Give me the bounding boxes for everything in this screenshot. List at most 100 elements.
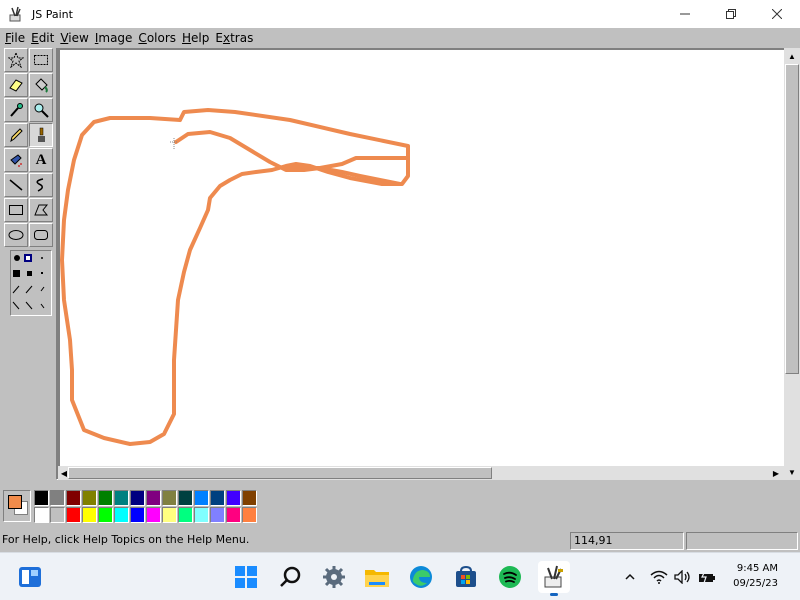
airbrush-icon (10, 154, 22, 167)
store-button[interactable] (450, 561, 482, 593)
start-button[interactable] (230, 561, 262, 593)
search-icon (280, 566, 301, 587)
palette-swatch[interactable] (162, 490, 177, 506)
palette-swatch[interactable] (210, 507, 225, 523)
vertical-scroll-thumb[interactable] (785, 64, 799, 374)
tool-magnifier[interactable] (29, 98, 53, 122)
file-explorer-button[interactable] (361, 561, 393, 593)
tool-free-form-select[interactable] (4, 48, 28, 72)
tool-line[interactable] (4, 173, 28, 197)
palette-swatch[interactable] (50, 507, 65, 523)
color-palette (0, 480, 800, 530)
tool-polygon[interactable] (29, 198, 53, 222)
palette-swatch[interactable] (194, 507, 209, 523)
palette-swatch[interactable] (146, 490, 161, 506)
menu-help[interactable]: Help (179, 31, 212, 45)
menu-file[interactable]: File (2, 31, 28, 45)
search-button[interactable] (275, 561, 307, 593)
palette-swatch[interactable] (226, 490, 241, 506)
palette-swatch[interactable] (130, 507, 145, 523)
volume-icon[interactable] (674, 570, 692, 584)
palette-swatch[interactable] (114, 507, 129, 523)
tool-pencil[interactable] (4, 123, 28, 147)
line-icon (9, 179, 23, 191)
palette-swatch[interactable] (82, 507, 97, 523)
menu-colors[interactable]: Colors (135, 31, 179, 45)
horizontal-scroll-thumb[interactable] (68, 467, 492, 479)
current-colors[interactable] (3, 490, 31, 522)
eraser-icon (9, 79, 23, 92)
palette-swatch[interactable] (130, 490, 145, 506)
palette-swatch[interactable] (210, 490, 225, 506)
palette-swatch[interactable] (66, 490, 81, 506)
tool-pick-color[interactable] (4, 98, 28, 122)
polygon-icon (34, 204, 49, 216)
menu-extras[interactable]: Extras (212, 31, 256, 45)
tool-brush[interactable] (29, 123, 53, 147)
tool-select[interactable] (29, 48, 53, 72)
palette-swatch[interactable] (226, 507, 241, 523)
menu-view[interactable]: View (57, 31, 91, 45)
drawing-canvas[interactable] (60, 50, 786, 466)
palette-swatch[interactable] (98, 490, 113, 506)
palette-swatch[interactable] (34, 507, 49, 523)
edge-button[interactable] (405, 561, 437, 593)
selection-size (686, 532, 798, 550)
scroll-up-arrow[interactable]: ▲ (786, 50, 798, 62)
text-icon: A (35, 151, 47, 168)
tool-text[interactable]: A (29, 148, 53, 172)
clock-date: 09/25/23 (733, 578, 778, 589)
foreground-color-swatch[interactable] (8, 495, 22, 509)
wifi-icon[interactable] (650, 570, 668, 584)
jspaint-taskbar-button[interactable] (538, 561, 570, 596)
chevron-up-icon[interactable] (624, 571, 636, 583)
palette-swatch[interactable] (178, 490, 193, 506)
horizontal-scrollbar[interactable]: ◀ ▶ (58, 466, 784, 480)
palette-swatch[interactable] (50, 490, 65, 506)
status-help-text: For Help, click Help Topics on the Help … (2, 533, 250, 546)
widgets-icon (19, 567, 41, 587)
palette-swatch[interactable] (194, 490, 209, 506)
menu-image[interactable]: Image (92, 31, 136, 45)
scroll-right-arrow[interactable]: ▶ (770, 467, 782, 479)
maximize-button[interactable] (708, 0, 754, 28)
title-bar[interactable]: JS Paint (0, 0, 800, 28)
tool-eraser[interactable] (4, 73, 28, 97)
tool-rounded-rectangle[interactable] (29, 223, 53, 247)
rectangle-icon (9, 205, 23, 215)
tool-rectangle[interactable] (4, 198, 28, 222)
palette-swatch[interactable] (242, 490, 257, 506)
widgets-button[interactable] (14, 561, 46, 593)
palette-swatch[interactable] (98, 507, 113, 523)
minimize-button[interactable] (662, 0, 708, 28)
close-button[interactable] (754, 0, 800, 28)
tool-airbrush[interactable] (4, 148, 28, 172)
brush-options[interactable] (10, 250, 52, 316)
settings-button[interactable] (318, 561, 350, 593)
spotify-button[interactable] (494, 561, 526, 593)
store-icon (456, 565, 476, 587)
rounded-rectangle-icon (34, 230, 48, 240)
palette-swatch[interactable] (146, 507, 161, 523)
vertical-scrollbar[interactable]: ▲ ▼ (784, 48, 800, 480)
star-select-icon (8, 52, 24, 68)
toolbox: A (2, 48, 56, 478)
palette-swatch[interactable] (82, 490, 97, 506)
cursor-coordinates: 114,91 (570, 532, 684, 550)
palette-swatch[interactable] (66, 507, 81, 523)
tool-ellipse[interactable] (4, 223, 28, 247)
palette-swatch[interactable] (162, 507, 177, 523)
menu-edit[interactable]: Edit (28, 31, 57, 45)
clock-time: 9:45 AM (736, 563, 778, 574)
brush-size-options[interactable] (11, 251, 51, 315)
scroll-down-arrow[interactable]: ▼ (786, 466, 798, 478)
tool-curve[interactable] (29, 173, 53, 197)
palette-swatch[interactable] (114, 490, 129, 506)
menu-help-mnemonic: H (182, 31, 192, 45)
clock[interactable]: 9:45 AM 09/25/23 (733, 561, 778, 591)
palette-swatch[interactable] (34, 490, 49, 506)
tool-fill[interactable] (29, 73, 53, 97)
battery-icon[interactable] (698, 570, 716, 584)
palette-swatch[interactable] (242, 507, 257, 523)
palette-swatch[interactable] (178, 507, 193, 523)
